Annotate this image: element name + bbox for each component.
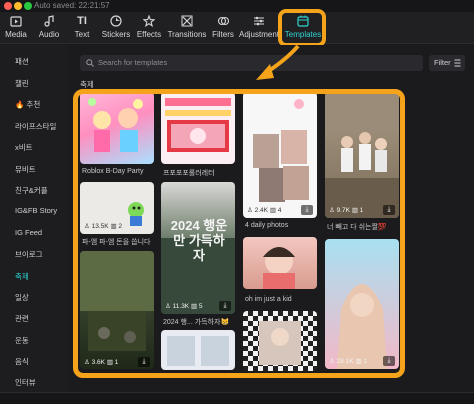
tab-transitions[interactable]: Transitions (167, 14, 207, 42)
tab-filters-label: Filters (212, 30, 234, 39)
category-sidebar: 패션 챌린 🔥 추천 라이프스타일 x비트 뮤비트 친구&커플 IG&FB St… (0, 45, 68, 404)
effects-icon (142, 14, 156, 28)
tab-stickers[interactable]: Stickers (101, 14, 131, 42)
tab-filters[interactable]: Filters (211, 14, 235, 42)
sidebar-item-fashion[interactable]: 패션 (15, 56, 29, 67)
arrow-annotation (256, 44, 300, 80)
media-icon (9, 14, 23, 28)
tab-effects[interactable]: Effects (135, 14, 163, 42)
timeline-toolbar (0, 392, 474, 404)
stickers-icon (109, 14, 123, 28)
filter-icon (454, 59, 461, 67)
sidebar-item-ig-fb-story[interactable]: IG&FB Story (15, 206, 57, 215)
sidebar-item-lifestyle[interactable]: 라이프스타일 (15, 121, 56, 132)
transitions-icon (180, 14, 194, 28)
sidebar-item-interview[interactable]: 인터뷰 (15, 377, 36, 388)
sidebar-item-xbeat[interactable]: x비트 (15, 142, 33, 153)
search-input[interactable]: Search for templates (98, 58, 167, 67)
sidebar-item-daily[interactable]: 일상 (15, 292, 29, 303)
filter-button[interactable]: Filter (429, 55, 465, 71)
sidebar-item-workout[interactable]: 운동 (15, 335, 29, 346)
sidebar-item-vlog[interactable]: 브이로그 (15, 249, 43, 260)
templates-tab-highlight (278, 9, 326, 47)
main-toolbar: Media Audio TI Text Stickers Effects Tra… (0, 12, 474, 44)
search-icon (86, 59, 94, 67)
tab-adjustment-label: Adjustment (238, 30, 280, 39)
text-icon: TI (77, 15, 87, 27)
tab-stickers-label: Stickers (101, 30, 131, 39)
sidebar-item-music-beat[interactable]: 뮤비트 (15, 164, 36, 175)
minimize-window-button[interactable] (14, 2, 22, 10)
title-bar: Auto saved: 22:21:57 (0, 0, 474, 12)
sidebar-item-challenge[interactable]: 챌린 (15, 78, 29, 89)
sidebar-item-recommended[interactable]: 🔥 추천 (15, 99, 40, 110)
tab-audio-label: Audio (38, 30, 60, 39)
maximize-window-button[interactable] (24, 2, 32, 10)
templates-grid-highlight (73, 89, 405, 378)
tab-adjustment[interactable]: Adjustment (239, 14, 279, 42)
close-window-button[interactable] (4, 2, 12, 10)
tab-media[interactable]: Media (4, 14, 28, 42)
tab-text[interactable]: TI Text (72, 14, 92, 42)
sidebar-item-festival[interactable]: 축제 (15, 271, 29, 282)
tab-text-label: Text (74, 30, 90, 39)
filters-icon (216, 14, 230, 28)
tab-audio[interactable]: Audio (36, 14, 62, 42)
tab-effects-label: Effects (136, 30, 162, 39)
sidebar-item-ig-feed[interactable]: IG Feed (15, 228, 42, 237)
adjustment-icon (252, 14, 266, 28)
tab-media-label: Media (5, 30, 27, 39)
tab-transitions-label: Transitions (167, 30, 207, 39)
audio-icon (42, 14, 56, 28)
filter-label: Filter (434, 58, 451, 67)
sidebar-item-related[interactable]: 관련 (15, 313, 29, 324)
autosave-status: Auto saved: 22:21:57 (34, 1, 110, 10)
sidebar-item-friends-couple[interactable]: 친구&커플 (15, 185, 48, 196)
sidebar-item-food[interactable]: 음식 (15, 356, 29, 367)
